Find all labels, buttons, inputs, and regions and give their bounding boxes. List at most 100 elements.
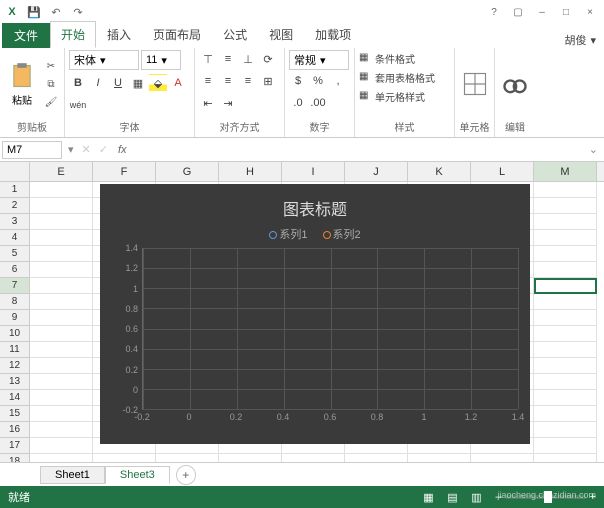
cell[interactable] [30, 438, 93, 454]
row-header[interactable]: 10 [0, 326, 30, 342]
embedded-chart[interactable]: 图表标题 系列1 系列2 -0.200.20.40.60.811.21.4 -0… [100, 184, 530, 444]
column-header[interactable]: F [93, 162, 156, 181]
cells-button[interactable] [459, 50, 490, 118]
align-top-button[interactable]: ⊤ [199, 50, 217, 68]
chart-legend[interactable]: 系列1 系列2 [112, 224, 518, 244]
row-header[interactable]: 13 [0, 374, 30, 390]
row-header[interactable]: 1 [0, 182, 30, 198]
cell[interactable] [30, 246, 93, 262]
zoom-out-button[interactable]: – [495, 491, 501, 503]
cell[interactable] [471, 454, 534, 462]
cell[interactable] [534, 310, 597, 326]
row-header[interactable]: 11 [0, 342, 30, 358]
tab-insert[interactable]: 插入 [96, 21, 142, 48]
cell[interactable] [30, 358, 93, 374]
font-name-combo[interactable]: 宋体▾ [69, 50, 139, 70]
cell[interactable] [345, 454, 408, 462]
ribbon-display-button[interactable]: ▢ [508, 4, 528, 20]
cell[interactable] [534, 246, 597, 262]
close-button[interactable]: × [580, 4, 600, 20]
row-header[interactable]: 14 [0, 390, 30, 406]
zoom-slider[interactable] [506, 495, 586, 499]
cell[interactable] [30, 262, 93, 278]
increase-decimal-button[interactable]: .0 [289, 94, 307, 112]
tab-home[interactable]: 开始 [50, 21, 96, 48]
column-header[interactable]: E [30, 162, 93, 181]
align-left-button[interactable]: ≡ [199, 72, 217, 90]
cell[interactable] [534, 214, 597, 230]
normal-view-button[interactable]: ▦ [417, 489, 439, 505]
sheet-tab-2[interactable]: Sheet3 [105, 466, 170, 484]
copy-icon[interactable]: ⧉ [42, 76, 60, 92]
page-break-view-button[interactable]: ▥ [465, 489, 487, 505]
font-size-combo[interactable]: 11▾ [141, 50, 181, 70]
cell[interactable] [534, 326, 597, 342]
column-header[interactable]: K [408, 162, 471, 181]
cell[interactable] [219, 454, 282, 462]
cell[interactable] [534, 262, 597, 278]
name-box[interactable] [2, 141, 62, 159]
phonetic-button[interactable]: wén [69, 96, 87, 114]
cell[interactable] [30, 294, 93, 310]
format-table-button[interactable]: ▦套用表格格式 [359, 69, 450, 86]
chart-plot-area[interactable]: -0.200.20.40.60.811.21.4 -0.200.20.40.60… [142, 248, 518, 428]
cell[interactable] [30, 310, 93, 326]
row-header[interactable]: 18 [0, 454, 30, 462]
paste-button[interactable]: 粘贴 [4, 50, 40, 118]
column-header[interactable]: L [471, 162, 534, 181]
cell[interactable] [534, 182, 597, 198]
italic-button[interactable]: I [89, 74, 107, 92]
align-center-button[interactable]: ≡ [219, 72, 237, 90]
cell[interactable] [408, 454, 471, 462]
column-header[interactable]: J [345, 162, 408, 181]
dropdown-icon[interactable]: ▾ [64, 143, 78, 156]
align-right-button[interactable]: ≡ [239, 72, 257, 90]
border-button[interactable]: ▦ [129, 74, 147, 92]
row-header[interactable]: 12 [0, 358, 30, 374]
formula-input[interactable] [133, 142, 583, 158]
cell[interactable] [30, 278, 93, 294]
cell[interactable] [534, 454, 597, 462]
select-all-corner[interactable] [0, 162, 30, 181]
minimize-button[interactable]: – [532, 4, 552, 20]
fill-color-button[interactable]: ⬙ [149, 74, 167, 92]
cell[interactable] [534, 294, 597, 310]
expand-formula-icon[interactable]: ⌄ [583, 143, 604, 156]
cell[interactable] [30, 374, 93, 390]
cell[interactable] [30, 390, 93, 406]
save-icon[interactable]: 💾 [26, 4, 42, 20]
cell[interactable] [534, 406, 597, 422]
number-format-combo[interactable]: 常规▾ [289, 50, 349, 70]
font-color-button[interactable]: A [169, 74, 187, 92]
align-bottom-button[interactable]: ⊥ [239, 50, 257, 68]
percent-button[interactable]: % [309, 72, 327, 90]
tab-page-layout[interactable]: 页面布局 [142, 21, 212, 48]
row-header[interactable]: 2 [0, 198, 30, 214]
cell[interactable] [30, 230, 93, 246]
add-sheet-button[interactable]: + [176, 465, 196, 485]
user-account[interactable]: 胡俊 ▾ [556, 32, 604, 48]
cell[interactable] [534, 358, 597, 374]
cell[interactable] [534, 374, 597, 390]
cell[interactable] [93, 454, 156, 462]
file-tab[interactable]: 文件 [2, 23, 50, 48]
cell[interactable] [282, 454, 345, 462]
column-header[interactable]: M [534, 162, 597, 181]
cut-icon[interactable]: ✂ [42, 58, 60, 74]
chart-title[interactable]: 图表标题 [112, 192, 518, 224]
row-header[interactable]: 4 [0, 230, 30, 246]
find-button[interactable] [499, 50, 531, 118]
tab-addins[interactable]: 加载项 [304, 21, 362, 48]
sheet-tab-1[interactable]: Sheet1 [40, 466, 105, 484]
conditional-format-button[interactable]: ▦条件格式 [359, 50, 450, 67]
cell[interactable] [156, 454, 219, 462]
zoom-in-button[interactable]: + [590, 491, 596, 503]
maximize-button[interactable]: □ [556, 4, 576, 20]
currency-button[interactable]: $ [289, 72, 307, 90]
merge-button[interactable]: ⊞ [259, 72, 277, 90]
comma-button[interactable]: , [329, 72, 347, 90]
redo-icon[interactable]: ↷ [70, 4, 86, 20]
cell-styles-button[interactable]: ▦单元格样式 [359, 88, 450, 105]
cell[interactable] [30, 342, 93, 358]
underline-button[interactable]: U [109, 74, 127, 92]
